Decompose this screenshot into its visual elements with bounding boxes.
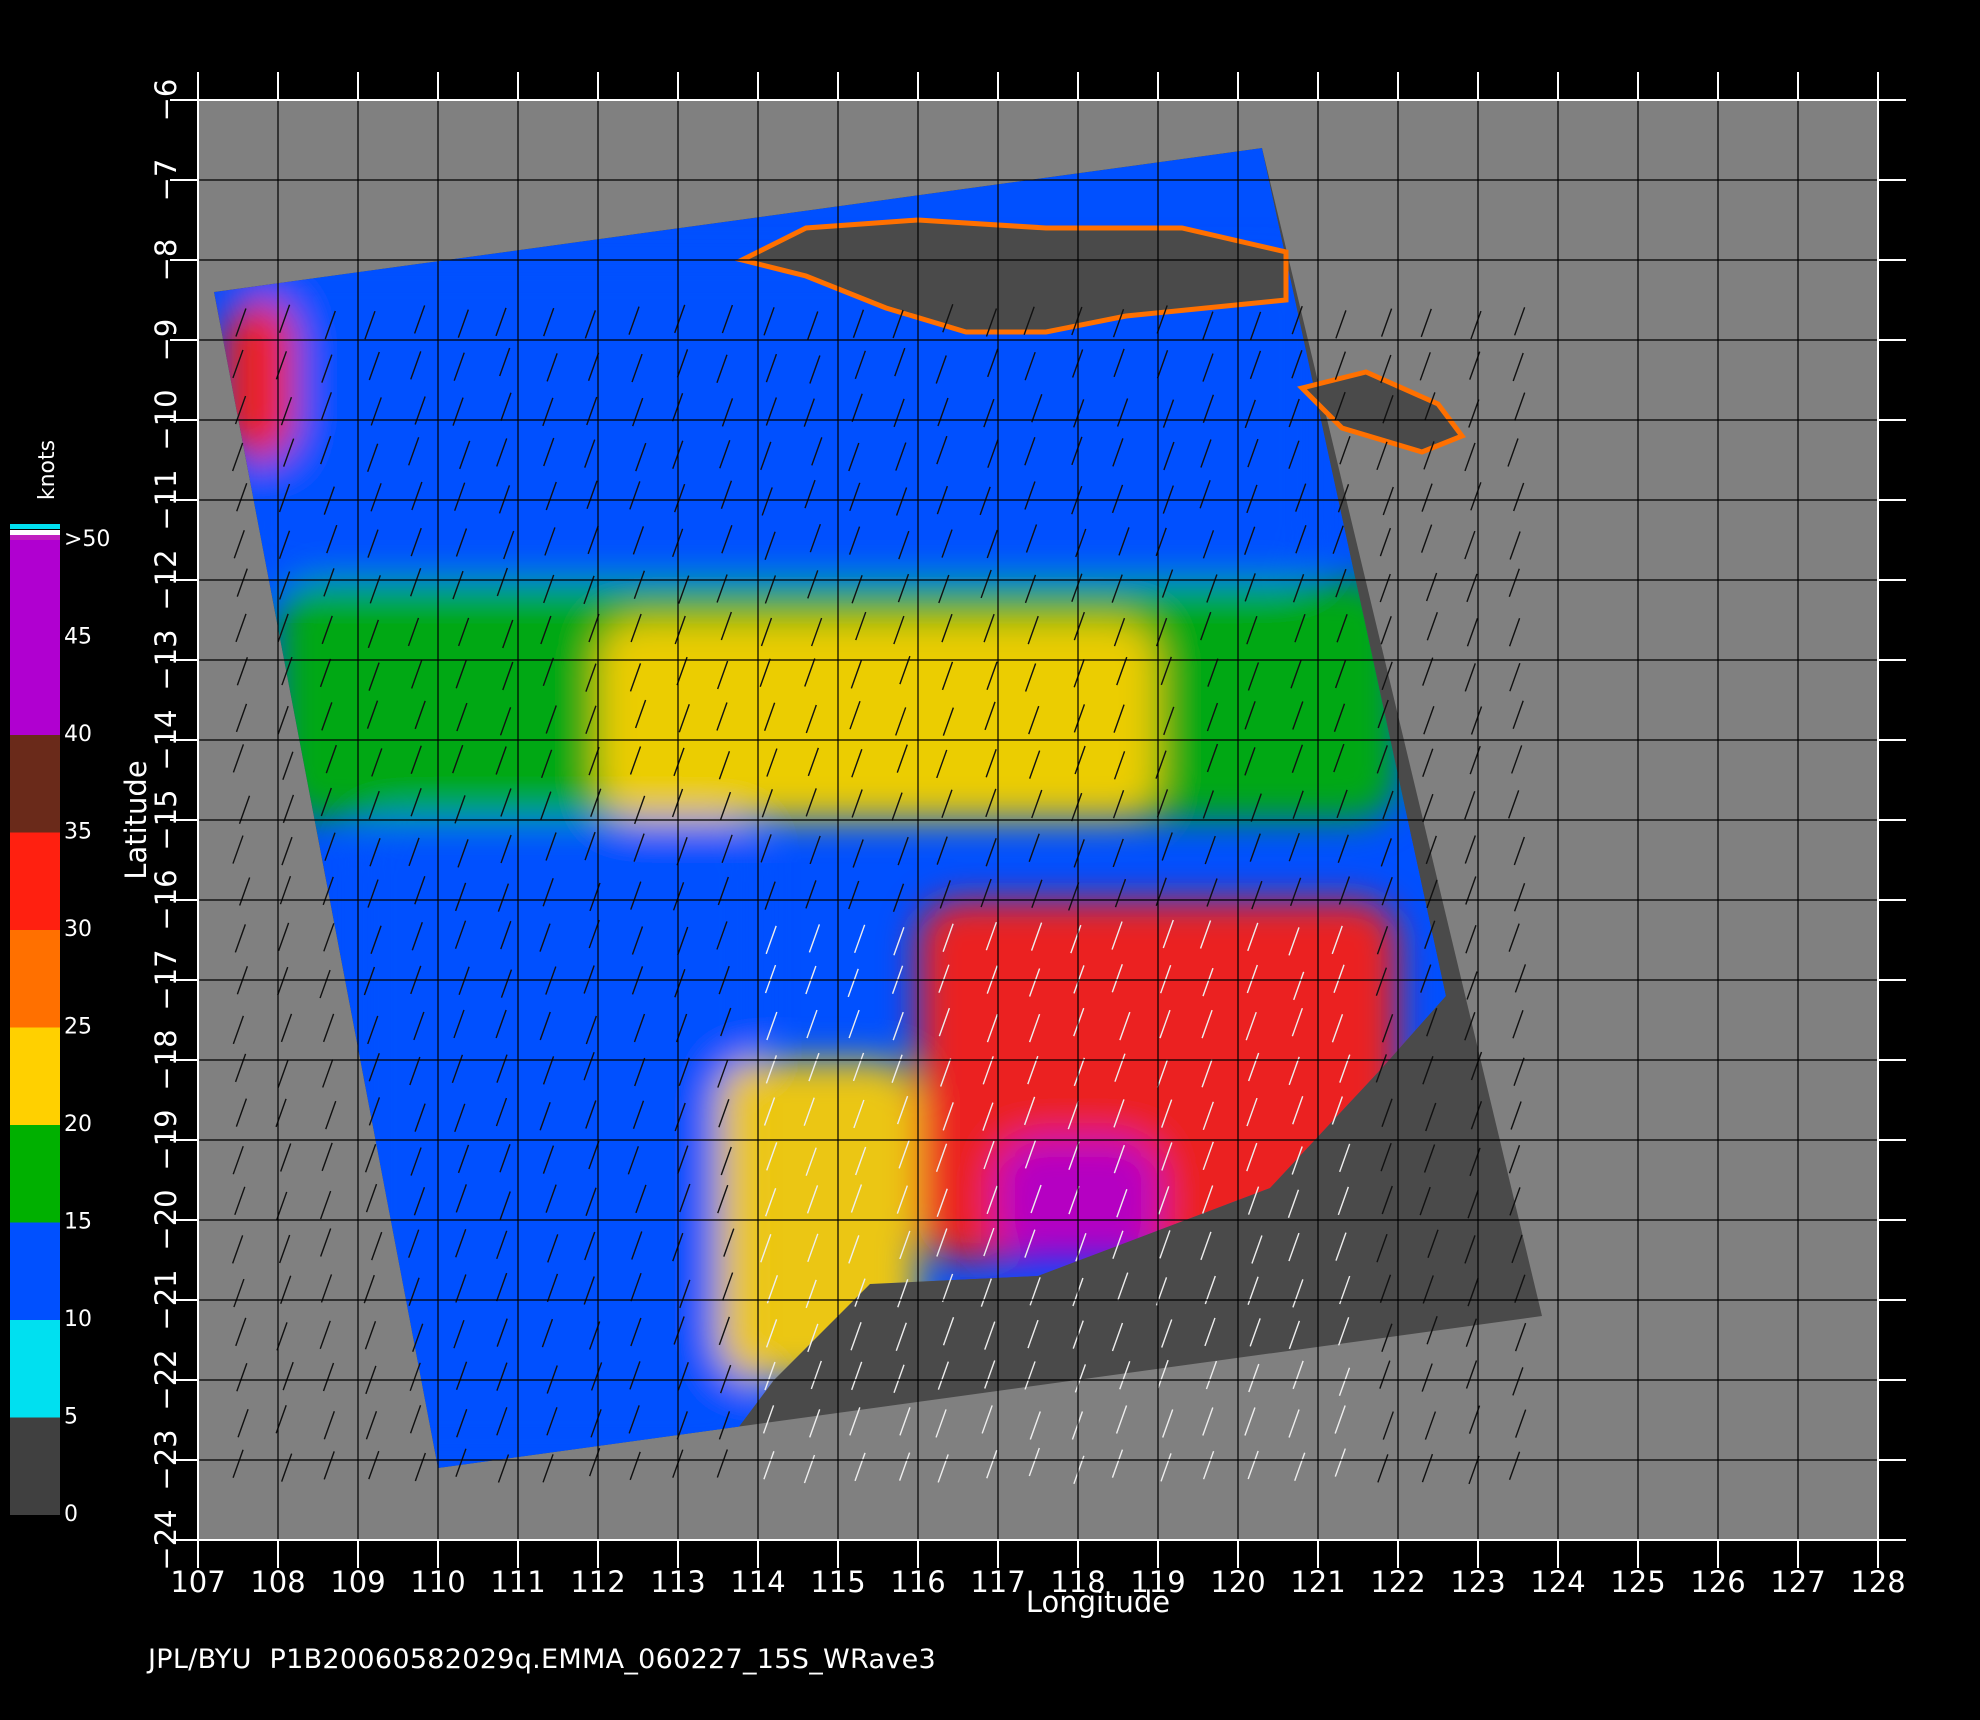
x-axis-label: Longitude <box>1026 1585 1170 1619</box>
y-tick-label-10: −16 <box>149 869 183 930</box>
y-tick-label-14: −20 <box>149 1189 183 1250</box>
x-tick-label-15: 122 <box>1370 1565 1425 1599</box>
colorbar-label-2: 10 <box>64 1307 92 1332</box>
y-tick-label-12: −18 <box>149 1029 183 1090</box>
colorbar-label-6: 30 <box>64 917 92 942</box>
y-tick-label-9: −15 <box>149 789 183 850</box>
colorbar-band-8 <box>10 540 60 735</box>
colorbar-band-1 <box>10 1320 60 1418</box>
wind-speed-chart: 107 108 109 110 111 112 113 114 115 116 117 118 119 1… <box>10 72 1906 1619</box>
y-tick-label-5: −11 <box>149 469 183 530</box>
colorbar-band-7 <box>10 735 60 833</box>
y-tick-label-4: −10 <box>149 389 183 450</box>
x-tick-label-21: 128 <box>1850 1565 1905 1599</box>
x-tick-label-9: 116 <box>890 1565 945 1599</box>
x-tick-label-2: 109 <box>330 1565 385 1599</box>
colorbar-label-4: 20 <box>64 1112 92 1137</box>
x-tick-label-8: 115 <box>810 1565 865 1599</box>
colorbar-label-1: 5 <box>64 1405 78 1430</box>
colorbar-band-0 <box>10 1417 60 1515</box>
colorbar-band-6 <box>10 832 60 930</box>
colorbar-label-0: 0 <box>64 1502 78 1527</box>
y-tick-label-3: −9 <box>149 319 183 362</box>
x-tick-label-4: 111 <box>490 1565 545 1599</box>
colorbar-label-10: >50 <box>64 527 110 552</box>
x-tick-label-14: 121 <box>1290 1565 1345 1599</box>
y-tick-label-2: −8 <box>149 239 183 282</box>
x-tick-label-6: 113 <box>650 1565 705 1599</box>
x-tick-label-16: 123 <box>1450 1565 1505 1599</box>
colorbar-band-5 <box>10 930 60 1028</box>
y-tick-label-17: −23 <box>149 1429 183 1490</box>
y-tick-label-6: −12 <box>149 549 183 610</box>
colorbar-cap-white <box>10 530 60 535</box>
colorbar-label-7: 35 <box>64 820 92 845</box>
x-tick-label-13: 120 <box>1210 1565 1265 1599</box>
colorbar-band-4 <box>10 1027 60 1125</box>
colorbar-cap-magenta <box>10 535 60 540</box>
colorbar-band-2 <box>10 1222 60 1320</box>
y-tick-label-1: −7 <box>149 159 183 202</box>
colorbar-label-3: 15 <box>64 1210 92 1235</box>
x-tick-label-18: 125 <box>1610 1565 1665 1599</box>
y-tick-label-11: −17 <box>149 949 183 1010</box>
y-tick-label-13: −19 <box>149 1109 183 1170</box>
colorbar-title: knots <box>35 440 60 500</box>
colorbar-band-3 <box>10 1125 60 1223</box>
x-tick-label-7: 114 <box>730 1565 785 1599</box>
y-tick-label-7: −13 <box>149 629 183 690</box>
x-tick-label-10: 117 <box>970 1565 1025 1599</box>
y-tick-label-15: −21 <box>149 1269 183 1330</box>
x-tick-label-5: 112 <box>570 1565 625 1599</box>
y-tick-label-18: −24 <box>149 1509 183 1570</box>
y-tick-label-8: −14 <box>149 709 183 770</box>
x-tick-label-17: 124 <box>1530 1565 1585 1599</box>
y-axis-label: Latitude <box>119 760 153 879</box>
y-tick-label-16: −22 <box>149 1349 183 1410</box>
colorbar: 0 5 10 15 20 25 30 35 40 45 >50 knots <box>10 440 110 1527</box>
x-tick-label-3: 110 <box>410 1565 465 1599</box>
x-tick-label-1: 108 <box>250 1565 305 1599</box>
y-tick-label-0: −6 <box>149 79 183 122</box>
colorbar-cap-cyan <box>10 524 60 529</box>
footer-caption: JPL/BYU P1B20060582029q.EMMA_060227_15S_… <box>148 1644 936 1675</box>
colorbar-label-9: 45 <box>64 625 92 650</box>
x-tick-label-19: 126 <box>1690 1565 1745 1599</box>
colorbar-label-5: 25 <box>64 1015 92 1040</box>
x-tick-label-20: 127 <box>1770 1565 1825 1599</box>
colorbar-label-8: 40 <box>64 722 92 747</box>
